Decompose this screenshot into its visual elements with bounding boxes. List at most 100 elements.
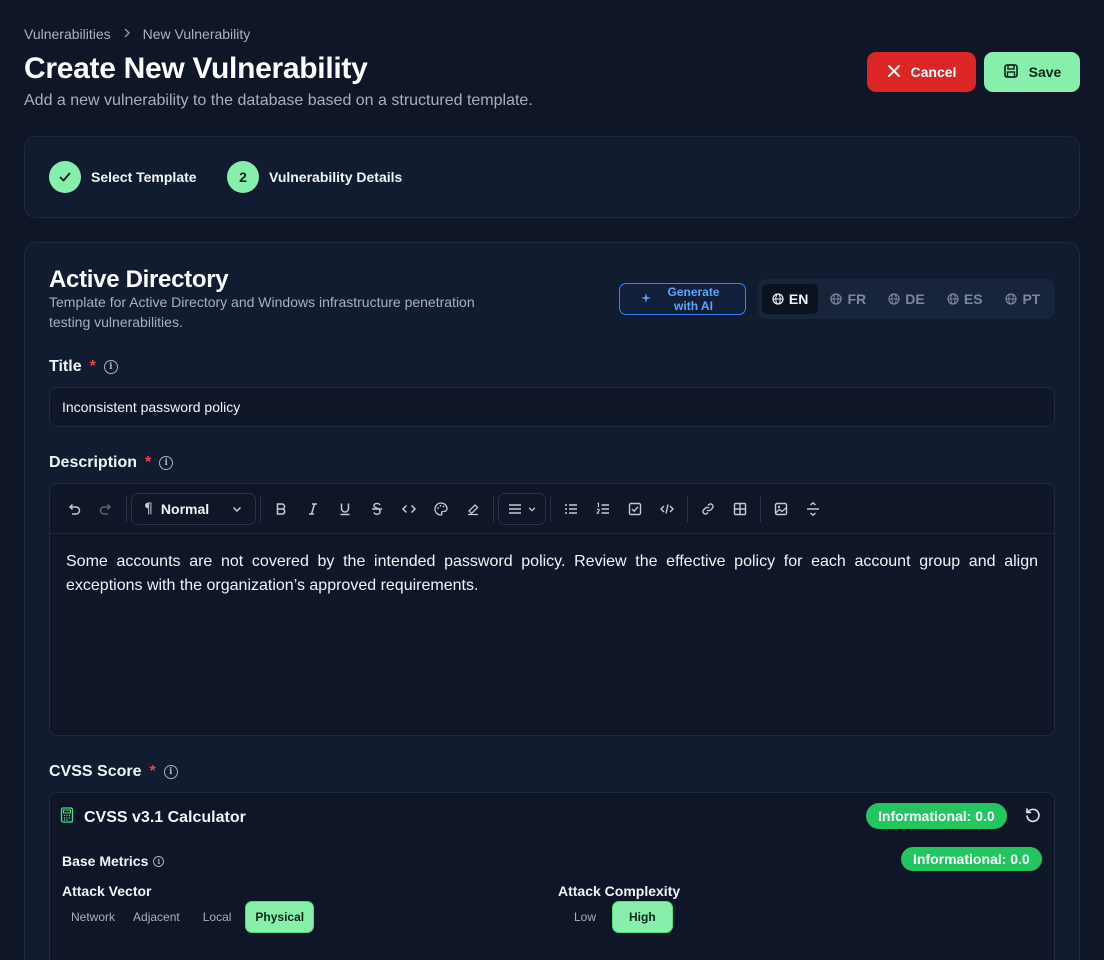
redo-icon[interactable] [90,493,122,525]
required-mark: * [149,763,156,780]
strikethrough-icon[interactable] [361,493,393,525]
highlighter-icon[interactable] [457,493,489,525]
base-metrics-label: Base Metrics i [62,853,165,869]
title-label: Title * i [49,358,118,376]
required-mark: * [89,358,96,375]
lang-tab-es[interactable]: ES [937,284,993,314]
align-select[interactable] [498,492,547,525]
generate-ai-label: Generate with AI [667,285,720,313]
globe-icon [947,293,959,305]
globe-icon [830,293,843,305]
toolbar-divider [260,495,262,522]
cvss-calculator-header: CVSS v3.1 Calculator [60,807,246,828]
align-justify-icon [509,503,522,514]
cvss-calculator: CVSS v3.1 Calculator Informational: 0.0 … [49,792,1055,960]
save-icon [1003,63,1019,82]
lang-label: DE [905,291,925,307]
info-icon[interactable]: i [103,360,118,374]
chevron-down-icon [233,506,242,512]
cancel-label: Cancel [910,64,957,80]
attack-complexity-label: Attack Complexity [558,883,681,899]
step-label: Select Template [91,169,197,185]
bullet-list-icon[interactable] [555,493,587,525]
horizontal-rule-icon[interactable] [797,493,829,525]
rich-text-editor: ¶ Normal Some accounts are not covered b… [49,483,1055,736]
base-score-badge: Informational: 0.0 [901,847,1042,871]
lang-tab-pt[interactable]: PT [995,284,1051,314]
undo-icon[interactable] [58,493,90,525]
overall-score-badge: Informational: 0.0 [866,803,1007,829]
step-label: Vulnerability Details [269,169,403,185]
template-title: Active Directory [49,266,229,293]
info-icon[interactable]: i [153,855,165,867]
chevron-down-icon [528,506,536,512]
block-type-select[interactable]: ¶ Normal [131,492,257,525]
attack-complexity-high[interactable]: High [612,901,673,933]
title-input[interactable]: Inconsistent password policy [49,387,1055,427]
italic-icon[interactable] [297,493,329,525]
editor-content[interactable]: Some accounts are not covered by the int… [66,550,1038,598]
page-title: Create New Vulnerability [24,52,368,85]
close-icon [887,64,901,81]
step-number: 2 [227,161,259,193]
toolbar-divider [493,495,495,522]
pilcrow-icon: ¶ [144,500,153,517]
lang-label: PT [1022,291,1041,307]
breadcrumb-current: New Vulnerability [142,26,251,42]
palette-icon[interactable] [425,493,457,525]
step-vulnerability-details[interactable]: 2 Vulnerability Details [227,161,402,193]
save-label: Save [1028,64,1062,80]
breadcrumb-link-vulnerabilities[interactable]: Vulnerabilities [24,26,111,42]
lang-label: FR [847,291,867,307]
template-description: Template for Active Directory and Window… [49,294,475,330]
lang-tab-en[interactable]: EN [762,284,819,314]
attack-vector-physical[interactable]: Physical [245,901,315,933]
required-mark: * [145,454,152,471]
description-label: Description * i [49,454,174,472]
lang-tab-de[interactable]: DE [878,284,934,314]
lang-tab-fr[interactable]: FR [820,284,876,314]
bold-icon[interactable] [265,493,297,525]
inline-code-icon[interactable] [393,493,425,525]
info-icon[interactable]: i [159,456,174,470]
link-icon[interactable] [692,493,724,525]
save-button[interactable]: Save [984,52,1080,92]
ordered-list-icon[interactable] [587,493,619,525]
code-block-icon[interactable] [651,493,683,525]
generate-ai-button[interactable]: Generate with AI [619,283,746,315]
globe-icon [888,293,900,305]
base-metrics-label-text: Base Metrics [62,853,149,869]
breadcrumb: Vulnerabilities New Vulnerability [24,26,250,42]
title-input-value: Inconsistent password policy [62,399,241,415]
attack-vector-adjacent[interactable]: Adjacent [124,901,189,933]
attack-complexity-low[interactable]: Low [558,901,612,933]
toolbar-divider [550,495,552,522]
description-label-text: Description [49,454,138,471]
attack-vector-label: Attack Vector [62,883,152,899]
step-select-template[interactable]: Select Template [49,161,197,193]
cvss-calculator-title: CVSS v3.1 Calculator [84,808,246,826]
attack-vector-local[interactable]: Local [189,901,246,933]
attack-vector-network[interactable]: Network [62,901,124,933]
page-subtitle: Add a new vulnerability to the database … [24,92,533,109]
language-switcher: EN FR DE ES PT [758,279,1055,319]
calculator-icon [60,807,74,828]
info-icon[interactable]: i [163,765,178,779]
title-label-text: Title [49,358,82,375]
attack-complexity-options: Low High [558,901,673,933]
task-list-icon[interactable] [619,493,651,525]
image-icon[interactable] [765,493,797,525]
cancel-button[interactable]: Cancel [867,52,976,92]
underline-icon[interactable] [329,493,361,525]
editor-toolbar: ¶ Normal [50,484,1054,534]
toolbar-divider [687,495,689,522]
table-icon[interactable] [724,493,756,525]
reset-icon[interactable] [1024,807,1042,830]
chevron-right-icon [121,26,133,42]
stepper-card: Select Template 2 Vulnerability Details [24,136,1080,218]
attack-vector-options: Network Adjacent Local Physical [62,901,315,933]
lang-label: EN [788,291,809,307]
globe-icon [1005,293,1018,305]
lang-label: ES [963,291,983,307]
cvss-label-text: CVSS Score [49,763,142,780]
